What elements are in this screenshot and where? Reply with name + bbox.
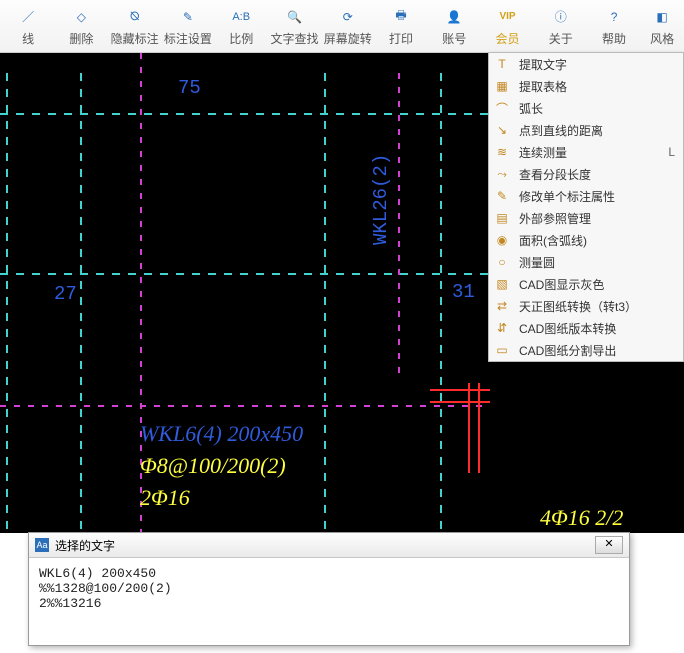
erase-icon: ◇ (70, 6, 92, 28)
tool-about[interactable]: ⓘ 关于 (535, 0, 588, 52)
extract-text-icon: T (493, 56, 511, 72)
grid-line (440, 73, 442, 533)
tool-find-text[interactable]: 🔍 文字查找 (268, 0, 321, 52)
axis-line (398, 73, 400, 373)
beam-label-wkl26: WKL26(2) (370, 154, 392, 245)
dialog-close-button[interactable]: ✕ (595, 536, 623, 554)
tool-scale[interactable]: A:B 比例 (215, 0, 268, 52)
gray-icon: ▧ (493, 276, 511, 292)
print-icon: 🖶 (390, 6, 412, 28)
axis-label-27: 27 (54, 283, 77, 305)
axis-label-31: 31 (452, 281, 475, 303)
toolbar: ／ 线 ◇ 删除 ⦰ 隐藏标注 ✎ 标注设置 A:B 比例 🔍 文字查找 ⟳ 屏… (0, 0, 684, 53)
convert-icon: ⇄ (493, 298, 511, 314)
xref-icon: ▤ (493, 210, 511, 226)
tool-print[interactable]: 🖶 打印 (375, 0, 428, 52)
ratio-icon: A:B (230, 6, 252, 28)
tool-rotate-screen[interactable]: ⟳ 屏幕旋转 (322, 0, 375, 52)
tool-delete[interactable]: ◇ 删除 (55, 0, 108, 52)
selected-text-dialog: Aa 选择的文字 ✕ WKL6(4) 200x450 %%1328@100/20… (28, 532, 630, 646)
drawing-line (478, 383, 480, 473)
search-text-icon: 🔍 (283, 6, 305, 28)
segment-icon: ⤳ (493, 166, 511, 182)
menu-t3-convert[interactable]: ⇄天正图纸转换（转t3） (489, 295, 683, 317)
annotation-line4: 4Φ16 2/2 (540, 505, 623, 531)
grid-line (324, 73, 326, 533)
tool-line[interactable]: ／ 线 (2, 0, 55, 52)
continuous-icon: ≋ (493, 144, 511, 160)
grid-line (6, 73, 8, 533)
menu-continuous-measure[interactable]: ≋连续测量L (489, 141, 683, 163)
menu-measure-circle[interactable]: ○测量圆 (489, 251, 683, 273)
drawing-line (430, 401, 490, 403)
dialog-body[interactable]: WKL6(4) 200x450 %%1328@100/200(2) 2%%132… (29, 558, 629, 619)
annotation-line2: Φ8@100/200(2) (140, 453, 286, 479)
tool-account[interactable]: 👤 账号 (428, 0, 481, 52)
edit-attr-icon: ✎ (493, 188, 511, 204)
help-icon: ? (603, 6, 625, 28)
menu-shortcut: L (668, 145, 675, 159)
annotation-line1: WKL6(4) 200x450 (140, 421, 303, 447)
settings-pencil-icon: ✎ (177, 6, 199, 28)
vip-icon: VIP (497, 6, 519, 28)
menu-segment-length[interactable]: ⤳查看分段长度 (489, 163, 683, 185)
menu-point-line-dist[interactable]: ↘点到直线的距离 (489, 119, 683, 141)
dimension-top: 75 (178, 77, 201, 99)
arc-icon: ⌒ (493, 100, 511, 116)
distance-icon: ↘ (493, 122, 511, 138)
tool-annot-settings[interactable]: ✎ 标注设置 (162, 0, 215, 52)
split-icon: ▭ (493, 342, 511, 358)
menu-edit-annot-attr[interactable]: ✎修改单个标注属性 (489, 185, 683, 207)
menu-xref-manager[interactable]: ▤外部参照管理 (489, 207, 683, 229)
version-icon: ⇵ (493, 320, 511, 336)
menu-extract-text[interactable]: T提取文字 (489, 53, 683, 75)
eye-off-icon: ⦰ (124, 6, 146, 28)
menu-version-convert[interactable]: ⇵CAD图纸版本转换 (489, 317, 683, 339)
circle-icon: ○ (493, 254, 511, 270)
drawing-line (468, 383, 470, 473)
line-icon: ／ (17, 6, 39, 28)
tool-hide-annot[interactable]: ⦰ 隐藏标注 (109, 0, 162, 52)
grid-line (80, 73, 82, 533)
dialog-text-line: WKL6(4) 200x450 (39, 566, 156, 581)
dialog-title: 选择的文字 (55, 537, 115, 554)
grid-line (0, 273, 490, 275)
menu-arc-length[interactable]: ⌒弧长 (489, 97, 683, 119)
area-icon: ◉ (493, 232, 511, 248)
tool-vip[interactable]: VIP 会员 (481, 0, 534, 52)
annotation-line3: 2Φ16 (140, 485, 190, 511)
dialog-text-line: 2%%13216 (39, 596, 101, 611)
user-icon: 👤 (443, 6, 465, 28)
dialog-text-line: %%1328@100/200(2) (39, 581, 172, 596)
extract-table-icon: ▦ (493, 78, 511, 94)
grid-line (0, 113, 490, 115)
dialog-titlebar[interactable]: Aa 选择的文字 ✕ (29, 533, 629, 558)
menu-split-export[interactable]: ▭CAD图纸分割导出 (489, 339, 683, 361)
menu-extract-table[interactable]: ▦提取表格 (489, 75, 683, 97)
rotate-icon: ⟳ (337, 6, 359, 28)
axis-line (0, 405, 490, 407)
drawing-line (430, 389, 490, 391)
tool-help[interactable]: ? 帮助 (588, 0, 641, 52)
style-icon: ◧ (651, 6, 673, 28)
tool-style[interactable]: ◧ 风格 (641, 0, 684, 52)
menu-area-arc[interactable]: ◉面积(含弧线) (489, 229, 683, 251)
menu-cad-gray[interactable]: ▧CAD图显示灰色 (489, 273, 683, 295)
tools-dropdown-menu: T提取文字 ▦提取表格 ⌒弧长 ↘点到直线的距离 ≋连续测量L ⤳查看分段长度 … (488, 52, 684, 362)
info-icon: ⓘ (550, 6, 572, 28)
app-icon: Aa (35, 538, 49, 552)
